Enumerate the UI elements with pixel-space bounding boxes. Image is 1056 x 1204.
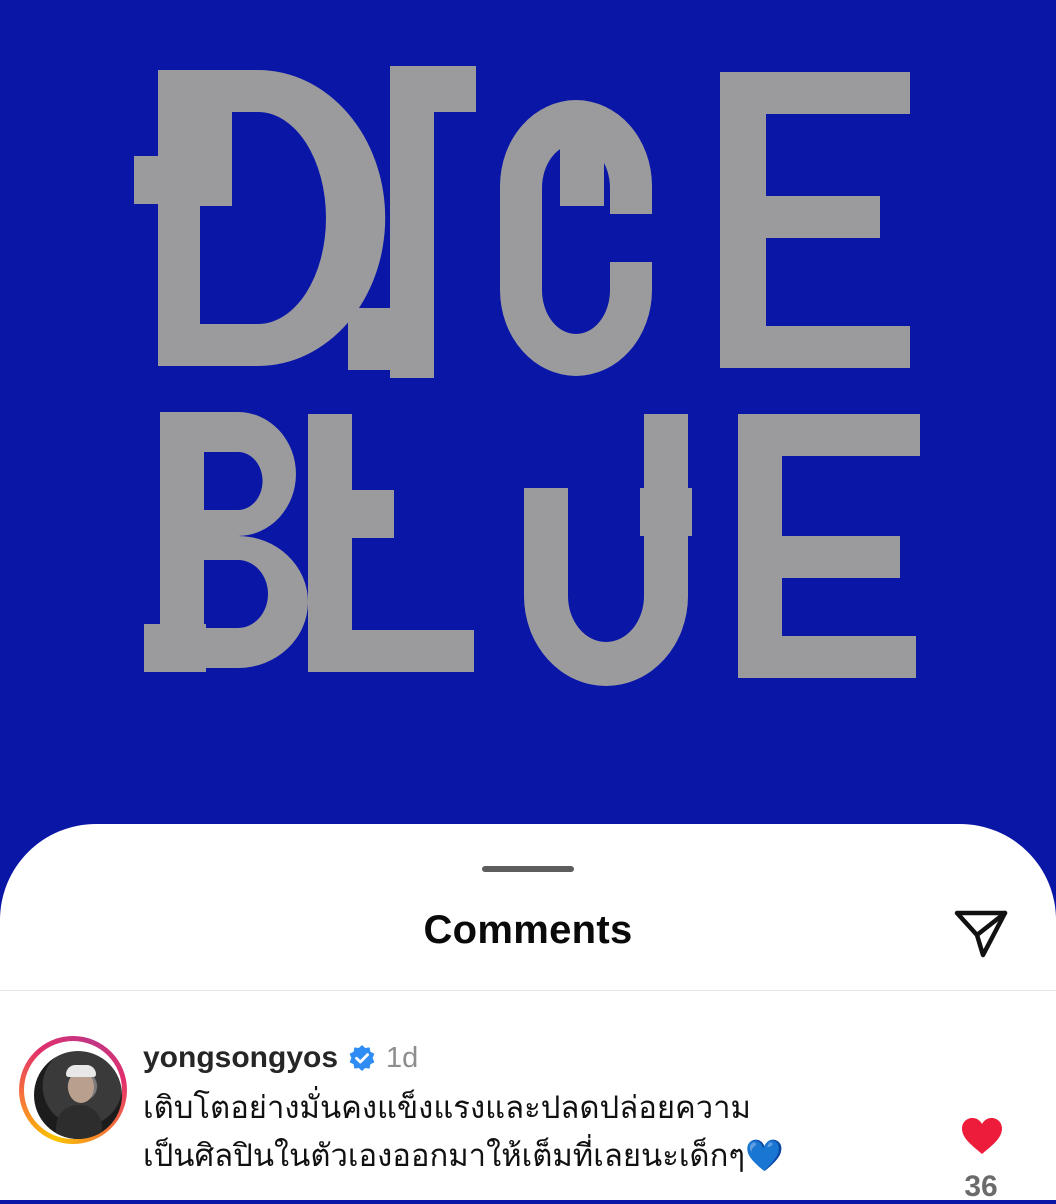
verified-badge-icon [348, 1044, 376, 1072]
comment-time: 1d [386, 1041, 419, 1074]
letter-l [308, 414, 474, 672]
share-button[interactable] [946, 902, 1016, 964]
letter-u [524, 414, 688, 686]
comments-sheet: Comments yongsongyos 1d เติบโตอย่างมั่นค… [0, 824, 1056, 1203]
post-image[interactable] [0, 0, 1056, 900]
comment-header: yongsongyos 1d [143, 1038, 418, 1078]
heart-filled-icon [962, 1118, 1002, 1154]
like-count: 36 [964, 1170, 998, 1203]
letter-e [720, 72, 910, 368]
sheet-title: Comments [423, 908, 633, 952]
story-ring[interactable] [19, 1036, 127, 1144]
comment-item: yongsongyos 1d เติบโตอย่างมั่นคงแข็งแรงแ… [0, 1024, 1056, 1203]
letter-e-2 [738, 414, 920, 678]
avatar[interactable] [34, 1051, 122, 1139]
comment-text-line: เติบโตอย่างมั่นคงแข็งแรงและปลดปล่อยความ [143, 1090, 751, 1126]
like-button[interactable] [956, 1112, 1008, 1160]
letter-i [390, 66, 434, 378]
drag-handle[interactable] [482, 866, 574, 872]
header-divider [0, 990, 1056, 991]
paper-plane-icon [954, 910, 1008, 958]
dice-blue-artwork [134, 66, 920, 686]
comment-text-line: เป็นศิลปินในตัวเองออกมาให้เต็มที่เลยนะเด… [143, 1138, 784, 1174]
comment-username[interactable]: yongsongyos [143, 1041, 338, 1075]
comment-text: เติบโตอย่างมั่นคงแข็งแรงและปลดปล่อยความ … [143, 1084, 903, 1180]
